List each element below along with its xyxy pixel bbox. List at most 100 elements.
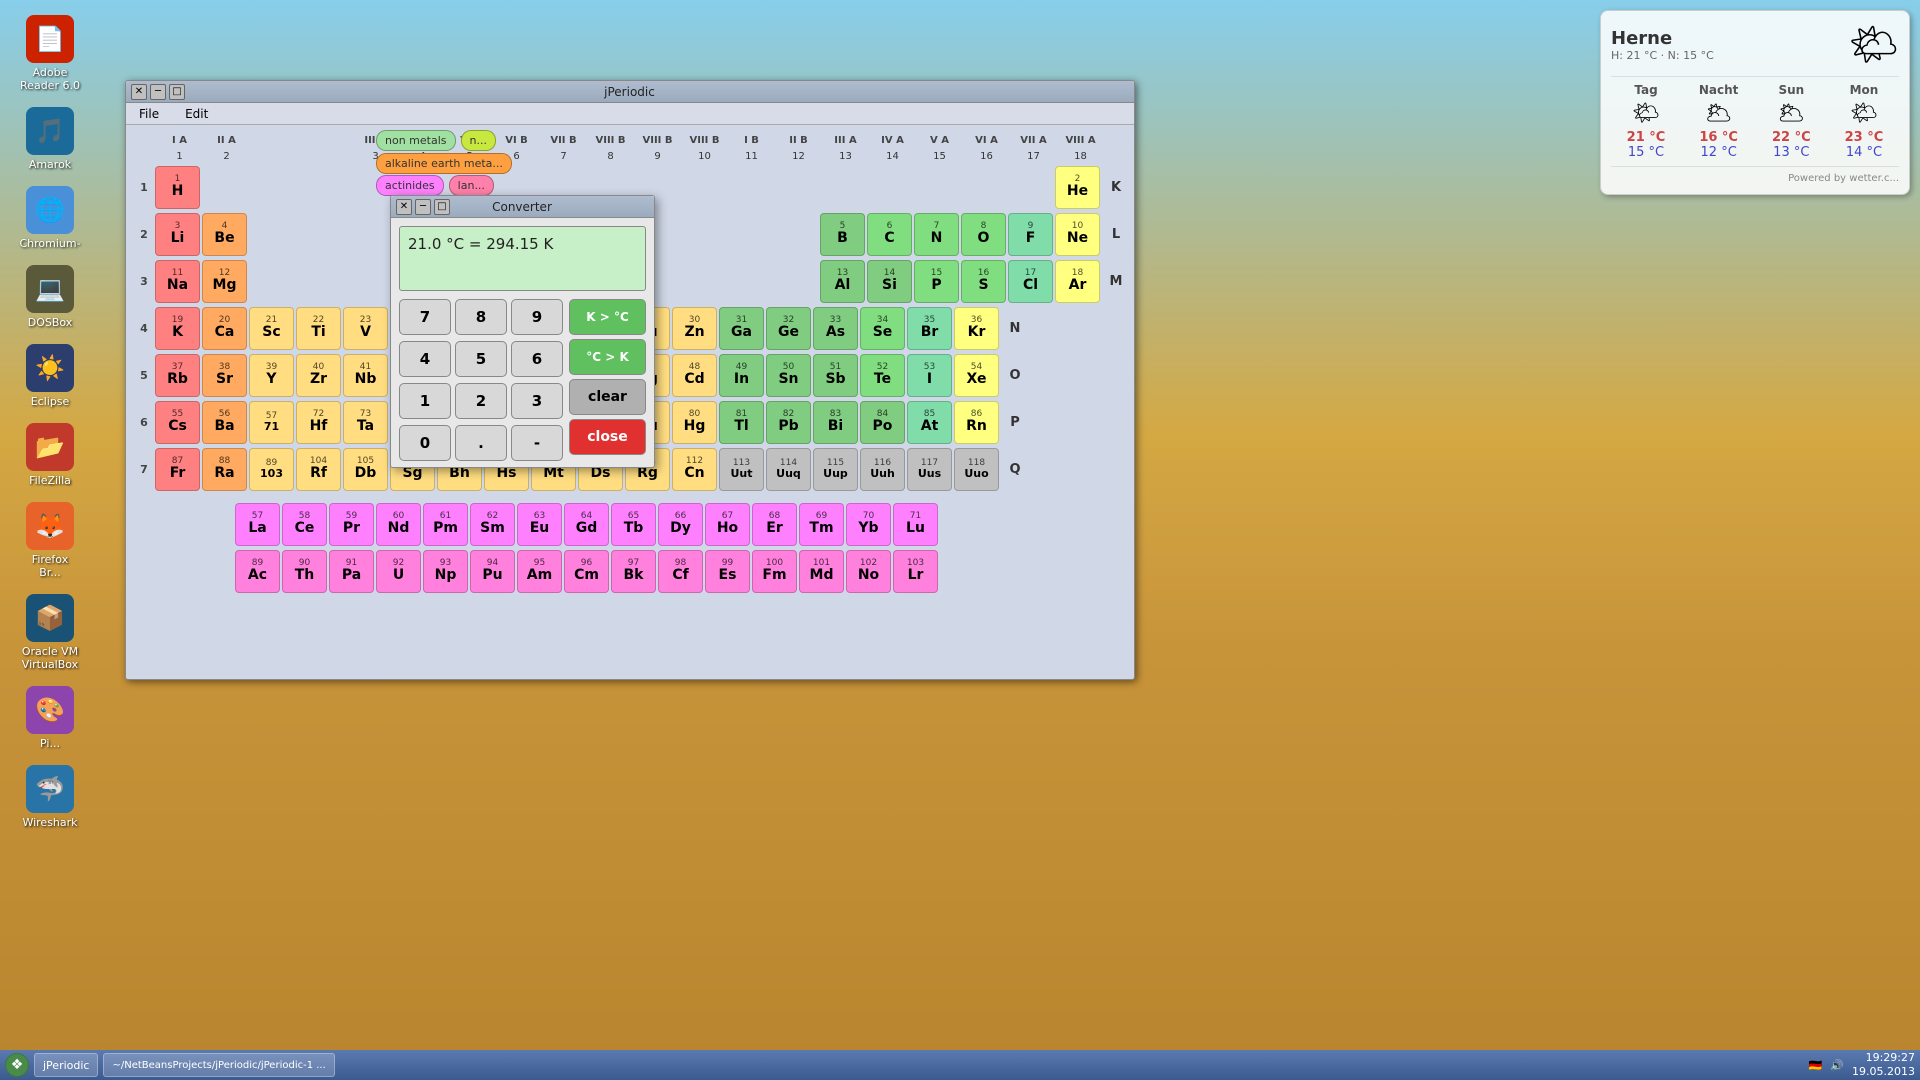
jperiodic-max-btn[interactable]: □ xyxy=(169,84,185,100)
element-Lr[interactable]: 103Lr xyxy=(893,550,938,593)
desktop-icon-dosbox[interactable]: 💻 DOSBox xyxy=(5,260,95,334)
element-Uus[interactable]: 117Uus xyxy=(907,448,952,491)
element-Fm[interactable]: 100Fm xyxy=(752,550,797,593)
element-Na[interactable]: 11Na xyxy=(155,260,200,303)
desktop-icon-firefox[interactable]: 🦊 FirefoxBr... xyxy=(5,497,95,584)
num-7-btn[interactable]: 7 xyxy=(399,299,451,335)
converter-max-btn[interactable]: □ xyxy=(434,199,450,215)
element-C[interactable]: 6C xyxy=(867,213,912,256)
element-B[interactable]: 5B xyxy=(820,213,865,256)
element-Hg[interactable]: 80Hg xyxy=(672,401,717,444)
element-89-103[interactable]: 89103 xyxy=(249,448,294,491)
element-Zr[interactable]: 40Zr xyxy=(296,354,341,397)
menu-file[interactable]: File xyxy=(131,105,167,123)
element-Po[interactable]: 84Po xyxy=(860,401,905,444)
element-Ra[interactable]: 88Ra xyxy=(202,448,247,491)
c-to-k-btn[interactable]: °C > K xyxy=(569,339,646,375)
element-Yb[interactable]: 70Yb xyxy=(846,503,891,546)
desktop-icon-pix[interactable]: 🎨 Pi... xyxy=(5,681,95,755)
neg-btn[interactable]: - xyxy=(511,425,563,461)
element-No[interactable]: 102No xyxy=(846,550,891,593)
element-Cm[interactable]: 96Cm xyxy=(564,550,609,593)
legend-actinides[interactable]: actinides xyxy=(376,175,444,196)
element-Br[interactable]: 35Br xyxy=(907,307,952,350)
element-Te[interactable]: 52Te xyxy=(860,354,905,397)
legend-noble[interactable]: n... xyxy=(461,130,496,151)
element-Bk[interactable]: 97Bk xyxy=(611,550,656,593)
element-Es[interactable]: 99Es xyxy=(705,550,750,593)
element-Fr[interactable]: 87Fr xyxy=(155,448,200,491)
element-Uuo[interactable]: 118Uuo xyxy=(954,448,999,491)
element-Bi[interactable]: 83Bi xyxy=(813,401,858,444)
element-Eu[interactable]: 63Eu xyxy=(517,503,562,546)
element-Rf[interactable]: 104Rf xyxy=(296,448,341,491)
element-Cl[interactable]: 17Cl xyxy=(1008,260,1053,303)
k-to-c-btn[interactable]: K > °C xyxy=(569,299,646,335)
element-Pb[interactable]: 82Pb xyxy=(766,401,811,444)
num-6-btn[interactable]: 6 xyxy=(511,341,563,377)
element-Np[interactable]: 93Np xyxy=(423,550,468,593)
element-Am[interactable]: 95Am xyxy=(517,550,562,593)
element-Y[interactable]: 39Y xyxy=(249,354,294,397)
element-Ar[interactable]: 18Ar xyxy=(1055,260,1100,303)
converter-close-win-btn[interactable]: ✕ xyxy=(396,199,412,215)
num-9-btn[interactable]: 9 xyxy=(511,299,563,335)
element-As[interactable]: 33As xyxy=(813,307,858,350)
num-1-btn[interactable]: 1 xyxy=(399,383,451,419)
element-57-71[interactable]: 5771 xyxy=(249,401,294,444)
element-Cd[interactable]: 48Cd xyxy=(672,354,717,397)
desktop-icon-wireshark[interactable]: 🦈 Wireshark xyxy=(5,760,95,834)
element-Be[interactable]: 4Be xyxy=(202,213,247,256)
element-O[interactable]: 8O xyxy=(961,213,1006,256)
element-Xe[interactable]: 54Xe xyxy=(954,354,999,397)
element-He[interactable]: 2He xyxy=(1055,166,1100,209)
element-At[interactable]: 85At xyxy=(907,401,952,444)
element-Db[interactable]: 105Db xyxy=(343,448,388,491)
element-V[interactable]: 23V xyxy=(343,307,388,350)
volume-icon[interactable]: 🔊 xyxy=(1830,1059,1844,1072)
element-Ba[interactable]: 56Ba xyxy=(202,401,247,444)
num-8-btn[interactable]: 8 xyxy=(455,299,507,335)
converter-min-btn[interactable]: ─ xyxy=(415,199,431,215)
taskbar-jperiodic-btn[interactable]: jPeriodic xyxy=(34,1053,98,1077)
element-Ti[interactable]: 22Ti xyxy=(296,307,341,350)
element-Ga[interactable]: 31Ga xyxy=(719,307,764,350)
element-H[interactable]: 1H xyxy=(155,166,200,209)
menu-edit[interactable]: Edit xyxy=(177,105,216,123)
element-Pu[interactable]: 94Pu xyxy=(470,550,515,593)
element-Li[interactable]: 3Li xyxy=(155,213,200,256)
element-Tb[interactable]: 65Tb xyxy=(611,503,656,546)
desktop-icon-adobe[interactable]: 📄 AdobeReader 6.0 xyxy=(5,10,95,97)
element-Pr[interactable]: 59Pr xyxy=(329,503,374,546)
element-K[interactable]: 19K xyxy=(155,307,200,350)
element-Se[interactable]: 34Se xyxy=(860,307,905,350)
legend-nonmetal[interactable]: non metals xyxy=(376,130,456,151)
clear-btn[interactable]: clear xyxy=(569,379,646,415)
element-Hf[interactable]: 72Hf xyxy=(296,401,341,444)
element-Rn[interactable]: 86Rn xyxy=(954,401,999,444)
element-Nd[interactable]: 60Nd xyxy=(376,503,421,546)
legend-alkaline-earth[interactable]: alkaline earth meta... xyxy=(376,153,512,174)
element-Sc[interactable]: 21Sc xyxy=(249,307,294,350)
element-Ho[interactable]: 67Ho xyxy=(705,503,750,546)
element-Ta[interactable]: 73Ta xyxy=(343,401,388,444)
element-P[interactable]: 15P xyxy=(914,260,959,303)
element-Er[interactable]: 68Er xyxy=(752,503,797,546)
element-Lu[interactable]: 71Lu xyxy=(893,503,938,546)
element-Ne[interactable]: 10Ne xyxy=(1055,213,1100,256)
num-2-btn[interactable]: 2 xyxy=(455,383,507,419)
element-Sr[interactable]: 38Sr xyxy=(202,354,247,397)
element-In[interactable]: 49In xyxy=(719,354,764,397)
desktop-icon-eclipse[interactable]: ☀️ Eclipse xyxy=(5,339,95,413)
element-Cf[interactable]: 98Cf xyxy=(658,550,703,593)
element-Cs[interactable]: 55Cs xyxy=(155,401,200,444)
jperiodic-close-btn[interactable]: ✕ xyxy=(131,84,147,100)
desktop-icon-filezilla[interactable]: 📂 FileZilla xyxy=(5,418,95,492)
taskbar-netbeans-btn[interactable]: ~/NetBeansProjects/jPeriodic/jPeriodic-1… xyxy=(103,1053,334,1077)
element-Sb[interactable]: 51Sb xyxy=(813,354,858,397)
desktop-icon-amarok[interactable]: 🎵 Amarok xyxy=(5,102,95,176)
element-Kr[interactable]: 36Kr xyxy=(954,307,999,350)
element-Ge[interactable]: 32Ge xyxy=(766,307,811,350)
element-Uut[interactable]: 113Uut xyxy=(719,448,764,491)
dot-btn[interactable]: . xyxy=(455,425,507,461)
